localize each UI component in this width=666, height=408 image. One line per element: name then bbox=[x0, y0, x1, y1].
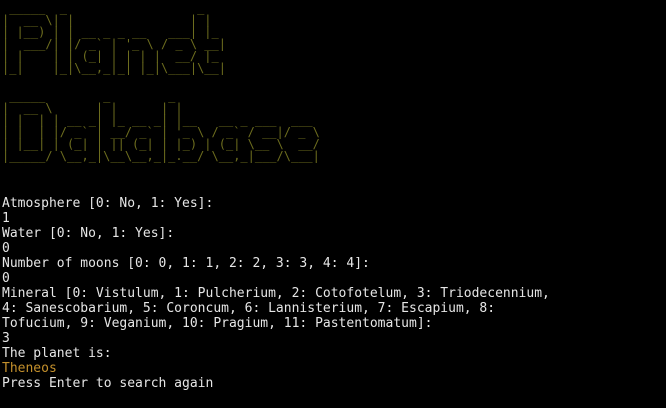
input-line[interactable]: _ bbox=[2, 391, 664, 406]
terminal-window[interactable]: _____ _ _ | __ \| | | | | |__) | | __ _ … bbox=[0, 0, 666, 408]
prompt-mineral-line-1: Mineral [0: Vistulum, 1: Pulcherium, 2: … bbox=[2, 286, 550, 301]
answer-moons: 0 bbox=[2, 271, 10, 286]
ascii-banner-planet: _____ _ _ | __ \| | | | | |__) | | __ _ … bbox=[2, 1, 226, 75]
prompt-moons: Number of moons [0: 0, 1: 1, 2: 2, 3: 3,… bbox=[2, 256, 370, 271]
prompt-atmosphere: Atmosphere [0: No, 1: Yes]: bbox=[2, 196, 214, 211]
answer-water: 0 bbox=[2, 241, 10, 256]
prompt-mineral-line-2: 4: Sanescobarium, 5: Coroncum, 6: Lannis… bbox=[2, 301, 496, 316]
answer-mineral: 3 bbox=[2, 331, 10, 346]
prompt-mineral-line-3: Tofucium, 9: Veganium, 10: Pragium, 11: … bbox=[2, 316, 433, 331]
result-planet-name: Theneos bbox=[2, 361, 57, 376]
terminal-output: Atmosphere [0: No, 1: Yes]: 1 Water [0: … bbox=[2, 196, 664, 406]
result-label: The planet is: bbox=[2, 346, 112, 361]
answer-atmosphere: 1 bbox=[2, 211, 10, 226]
press-enter-hint: Press Enter to search again bbox=[2, 376, 214, 391]
ascii-banner-database: _____ _ _ | __ \ | | | | | | | | __ _| |… bbox=[2, 89, 320, 163]
prompt-water: Water [0: No, 1: Yes]: bbox=[2, 226, 175, 241]
